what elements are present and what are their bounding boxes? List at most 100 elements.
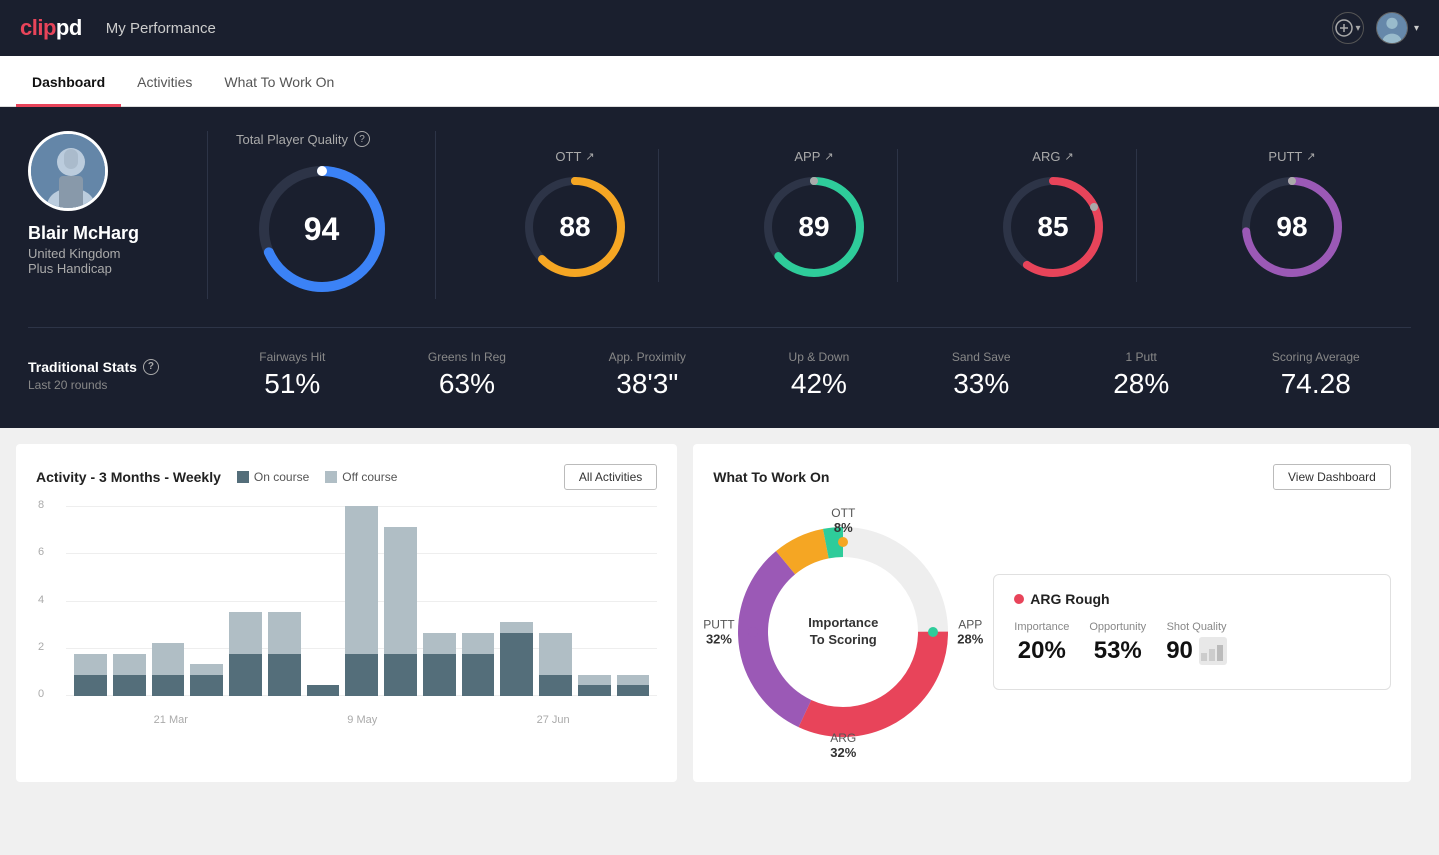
legend-oncourse: On course <box>237 470 309 484</box>
trad-stat-gir: Greens In Reg 63% <box>428 350 506 400</box>
trad-stat-name: Sand Save <box>952 350 1011 364</box>
bar-group <box>345 506 378 696</box>
bar-bottom <box>113 675 146 696</box>
trad-stat-fairways: Fairways Hit 51% <box>259 350 325 400</box>
bar-top <box>384 527 417 654</box>
trad-stat-scoring: Scoring Average 74.28 <box>1272 350 1360 400</box>
trad-stat-name: Fairways Hit <box>259 350 325 364</box>
player-country: United Kingdom <box>28 246 121 261</box>
ott-label: OTT ↗ <box>555 149 594 164</box>
tab-dashboard[interactable]: Dashboard <box>16 56 121 107</box>
bar-group <box>229 506 262 696</box>
bar-top <box>152 643 185 675</box>
bar-bottom <box>74 675 107 696</box>
bar-group <box>113 506 146 696</box>
total-quality-value: 94 <box>304 211 340 248</box>
bar-bottom <box>229 654 262 696</box>
bar-group <box>74 506 107 696</box>
view-dashboard-button[interactable]: View Dashboard <box>1273 464 1391 490</box>
bar-stack <box>190 664 223 696</box>
trad-stat-sandsave: Sand Save 33% <box>952 350 1011 400</box>
donut-label-app: APP 28% <box>957 618 983 647</box>
donut-label-putt: PUTT 32% <box>703 618 734 647</box>
putt-arrow: ↗ <box>1306 150 1315 163</box>
sub-score-putt: PUTT ↗ 98 <box>1209 149 1375 282</box>
ott-ring: 88 <box>520 172 630 282</box>
bar-stack <box>462 633 495 696</box>
bar-top <box>539 633 572 675</box>
detail-card: ARG Rough Importance 20% Opportunity 53%… <box>993 574 1391 690</box>
sub-scores: OTT ↗ 88 APP <box>436 149 1411 282</box>
bar-stack <box>229 612 262 696</box>
bar-stack <box>74 654 107 696</box>
bar-bottom <box>539 675 572 696</box>
trad-label-col: Traditional Stats ? Last 20 rounds <box>28 359 208 392</box>
detail-metrics: Importance 20% Opportunity 53% Shot Qual… <box>1014 621 1370 665</box>
bar-group <box>462 506 495 696</box>
add-chevron: ▾ <box>1355 23 1360 34</box>
x-label-3: 27 Jun <box>537 714 570 726</box>
tab-what-to-work-on[interactable]: What To Work On <box>208 56 350 107</box>
bar-top <box>500 622 533 633</box>
putt-ring: 98 <box>1237 172 1347 282</box>
bar-stack <box>113 654 146 696</box>
add-icon[interactable]: ▾ <box>1332 12 1364 44</box>
info-icon[interactable]: ? <box>354 131 370 147</box>
trad-stat-name: Up & Down <box>789 350 850 364</box>
putt-value: 98 <box>1276 211 1307 243</box>
bar-top <box>190 664 223 675</box>
metric-value: 53% <box>1089 637 1146 665</box>
trad-stat-1putt: 1 Putt 28% <box>1113 350 1169 400</box>
wtwo-panel: What To Work On View Dashboard <box>693 444 1411 782</box>
bar-top <box>423 633 456 654</box>
app-ring: 89 <box>759 172 869 282</box>
shotquality-row: 90 <box>1166 637 1227 665</box>
tq-label: Total Player Quality ? <box>236 131 370 147</box>
bars-area <box>66 506 657 696</box>
player-name: Blair McHarg <box>28 223 139 244</box>
legend-offcourse-dot <box>325 471 337 483</box>
putt-label: PUTT ↗ <box>1268 149 1315 164</box>
arg-ring: 85 <box>998 172 1108 282</box>
player-handicap: Plus Handicap <box>28 261 112 276</box>
activity-header-left: Activity - 3 Months - Weekly On course O… <box>36 469 397 485</box>
bar-stack <box>578 675 611 696</box>
app-value: 89 <box>798 211 829 243</box>
avatar-image <box>1377 13 1407 43</box>
header-left: clippd My Performance <box>20 15 216 41</box>
bar-bottom <box>617 685 650 696</box>
arg-value: 85 <box>1037 211 1068 243</box>
activity-panel: Activity - 3 Months - Weekly On course O… <box>16 444 677 782</box>
bar-bottom <box>268 654 301 696</box>
wtwo-header: What To Work On View Dashboard <box>713 464 1391 490</box>
tab-activities[interactable]: Activities <box>121 56 208 107</box>
activity-title: Activity - 3 Months - Weekly <box>36 469 221 485</box>
wtwo-title: What To Work On <box>713 469 829 485</box>
sub-score-app: APP ↗ 89 <box>731 149 898 282</box>
total-quality-ring: 94 <box>252 159 392 299</box>
logo-text: clippd <box>20 15 82 41</box>
bar-top <box>268 612 301 654</box>
trad-info-icon[interactable]: ? <box>143 359 159 375</box>
all-activities-button[interactable]: All Activities <box>564 464 657 490</box>
trad-stat-name: App. Proximity <box>609 350 686 364</box>
avatar-chevron: ▾ <box>1414 23 1419 34</box>
trad-stat-name: Scoring Average <box>1272 350 1360 364</box>
bar-bottom <box>190 675 223 696</box>
bar-stack <box>152 643 185 696</box>
donut-label-arg: ARG 32% <box>830 731 856 760</box>
bar-top <box>462 633 495 654</box>
avatar-button[interactable]: ▾ <box>1376 12 1419 44</box>
wtwo-content: ImportanceTo Scoring OTT 8% APP 28% ARG … <box>713 502 1391 762</box>
metric-label: Opportunity <box>1089 621 1146 633</box>
trad-stat-value: 38'3" <box>616 368 678 400</box>
metric-label: Importance <box>1014 621 1069 633</box>
bar-top <box>229 612 262 654</box>
logo[interactable]: clippd <box>20 15 82 41</box>
bar-bottom <box>500 633 533 696</box>
bar-top <box>617 675 650 686</box>
bar-stack <box>617 675 650 696</box>
detail-metric-importance: Importance 20% <box>1014 621 1069 665</box>
shot-quality-bar <box>1199 637 1227 665</box>
main-content: Activity - 3 Months - Weekly On course O… <box>0 428 1439 798</box>
